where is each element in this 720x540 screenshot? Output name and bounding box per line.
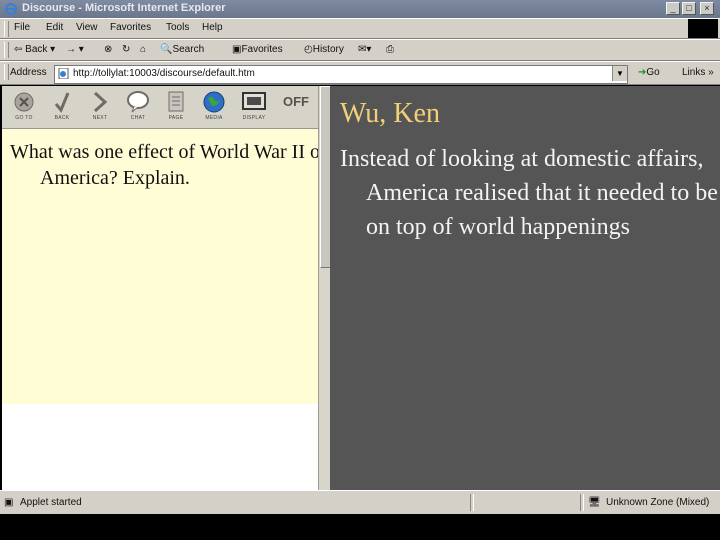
history-label: History (312, 44, 344, 55)
goto-icon (14, 92, 34, 112)
forward-icon: → (66, 44, 76, 55)
history-button[interactable]: ◴History (304, 44, 344, 55)
page-icon (58, 68, 69, 79)
status-divider (470, 494, 474, 511)
next-arrow-icon (93, 91, 108, 113)
status-text: Applet started (20, 497, 82, 508)
address-dropdown-icon[interactable]: ▼ (612, 66, 627, 81)
question-lower-area (2, 404, 318, 490)
page-icon (168, 91, 184, 112)
title-bar: Discourse - Microsoft Internet Explorer … (0, 0, 720, 18)
print-icon[interactable]: ⎙ (386, 44, 394, 55)
response-author: Wu, Ken (340, 98, 440, 129)
status-divider (580, 494, 584, 511)
zone-text: Unknown Zone (Mixed) (606, 497, 710, 508)
mail-icon[interactable]: ✉▾ (358, 44, 371, 55)
ie-throbber-icon (688, 19, 718, 38)
favorites-button[interactable]: ▣Favorites (232, 44, 283, 55)
address-input[interactable]: http://tollylat:10003/discourse/default.… (54, 65, 628, 84)
goto-button[interactable]: GO TO (6, 90, 42, 124)
off-icon: OFF (283, 94, 309, 109)
next-label: NEXT (92, 115, 108, 121)
back-label: BACK (54, 115, 70, 121)
response-text: Instead of looking at domestic affairs, … (340, 146, 718, 240)
globe-icon (203, 91, 225, 113)
off-button[interactable]: OFF (278, 90, 314, 124)
question-text: What was one effect of World War II on A… (10, 141, 330, 189)
menu-file[interactable]: File (14, 22, 30, 33)
pane-scrollbar[interactable] (318, 86, 331, 490)
menu-tools[interactable]: Tools (166, 22, 189, 33)
display-button[interactable]: DISPLAY (236, 90, 272, 124)
response-pane: Wu, Ken Instead of looking at domestic a… (330, 86, 720, 490)
menu-help[interactable]: Help (202, 22, 223, 33)
menubar-grip[interactable] (4, 21, 9, 37)
search-label: Search (172, 44, 205, 55)
page-button[interactable]: PAGE (158, 90, 194, 124)
menu-favorites[interactable]: Favorites (110, 22, 151, 33)
page-label: PAGE (168, 115, 184, 121)
go-button[interactable]: ➔Go (638, 67, 660, 78)
chat-bubble-icon (127, 91, 149, 113)
next-button[interactable]: NEXT (82, 90, 118, 124)
media-label: MEDIA (205, 115, 223, 121)
toolbar-grip[interactable] (4, 42, 9, 58)
applet-icon: ▣ (4, 497, 14, 508)
goto-label: GO TO (15, 115, 33, 121)
search-button[interactable]: 🔍Search (160, 44, 204, 55)
forward-button[interactable]: → ▾ (66, 44, 84, 55)
address-label: Address (10, 67, 47, 78)
back-label: Back (25, 44, 48, 55)
home-icon[interactable]: ⌂ (140, 44, 146, 55)
window-title: Discourse - Microsoft Internet Explorer (22, 2, 226, 14)
addressbar-grip[interactable] (4, 64, 9, 80)
links-button[interactable]: Links » (682, 67, 714, 78)
question-pane: GO TO BACK NEXT CHAT PAGE MEDIA DISPLAY … (2, 86, 330, 490)
back-button[interactable]: ⇦ Back ▾ (14, 44, 55, 55)
address-bar: Address http://tollylat:10003/discourse/… (0, 61, 720, 85)
address-url: http://tollylat:10003/discourse/default.… (73, 68, 255, 79)
menu-edit[interactable]: Edit (46, 22, 63, 33)
bottom-margin (0, 514, 720, 540)
minimize-button[interactable]: _ (666, 2, 680, 15)
display-label: DISPLAY (242, 115, 266, 121)
chat-label: CHAT (130, 115, 146, 121)
display-icon (242, 92, 266, 110)
maximize-button[interactable]: □ (682, 2, 696, 15)
status-bar: ▣ Applet started 🖥 Unknown Zone (Mixed) (0, 490, 720, 514)
refresh-icon[interactable]: ↻ (122, 44, 130, 55)
standard-toolbar: ⇦ Back ▾ → ▾ ⊗ ↻ ⌂ 🔍Search ▣Favorites ◴H… (0, 39, 720, 61)
media-button[interactable]: MEDIA (196, 90, 232, 124)
favorites-label: Favorites (241, 44, 283, 55)
discourse-toolbar: GO TO BACK NEXT CHAT PAGE MEDIA DISPLAY … (2, 86, 318, 129)
menu-bar: File Edit View Favorites Tools Help (0, 18, 720, 39)
ie-logo-icon (5, 3, 17, 15)
close-button[interactable]: × (700, 2, 714, 15)
back-app-button[interactable]: BACK (44, 90, 80, 124)
go-label: Go (646, 67, 660, 78)
chat-button[interactable]: CHAT (120, 90, 156, 124)
zone-icon: 🖥 (588, 497, 601, 508)
stop-icon[interactable]: ⊗ (104, 44, 112, 55)
back-check-icon (54, 92, 70, 113)
menu-view[interactable]: View (76, 22, 98, 33)
